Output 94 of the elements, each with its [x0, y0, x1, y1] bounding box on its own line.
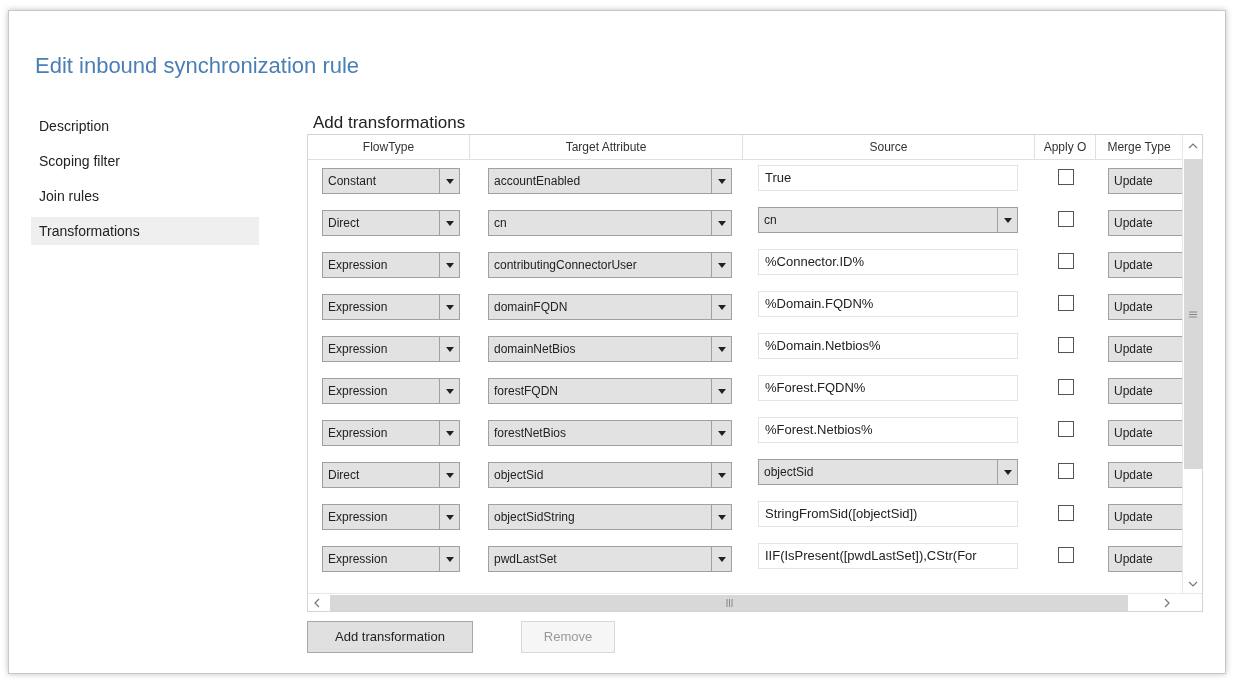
merge-type-dropdown[interactable]: Update	[1108, 378, 1182, 404]
scroll-left-icon[interactable]	[314, 597, 320, 608]
scroll-right-icon[interactable]	[1164, 597, 1170, 608]
dropdown[interactable]: pwdLastSet	[488, 546, 732, 572]
dropdown[interactable]: Expression	[322, 378, 460, 404]
merge-type-dropdown[interactable]: Update	[1108, 294, 1182, 320]
scroll-thumb[interactable]	[330, 594, 1128, 611]
dropdown[interactable]: domainFQDN	[488, 294, 732, 320]
merge-type-dropdown[interactable]: Update	[1108, 504, 1182, 530]
checkbox[interactable]	[1057, 337, 1074, 353]
sidebar-item[interactable]: Transformations	[31, 217, 259, 245]
scroll-down-icon[interactable]	[1187, 581, 1198, 587]
dropdown[interactable]: objectSid	[758, 459, 1018, 485]
dropdown[interactable]: Expression	[322, 336, 460, 362]
caret-icon	[445, 304, 454, 310]
checkbox[interactable]	[1057, 169, 1074, 185]
vertical-scrollbar[interactable]	[1182, 135, 1202, 593]
caret-icon	[1003, 469, 1012, 475]
dropdown[interactable]: Expression	[322, 420, 460, 446]
sidebar-item[interactable]: Description	[31, 112, 259, 140]
dropdown[interactable]: Direct	[322, 462, 460, 488]
caret-icon	[445, 472, 454, 478]
column-header: Target Attribute	[565, 139, 647, 156]
dropdown[interactable]: domainNetBios	[488, 336, 732, 362]
merge-type-dropdown[interactable]: Update	[1108, 462, 1182, 488]
caret-icon	[717, 178, 726, 184]
source-field[interactable]: IIF(IsPresent([pwdLastSet]),CStr(For	[758, 543, 1018, 569]
scroll-thumb[interactable]	[1183, 159, 1202, 469]
caret-icon	[1003, 217, 1012, 223]
dropdown[interactable]: cn	[758, 207, 1018, 233]
dropdown[interactable]: forestNetBios	[488, 420, 732, 446]
caret-icon	[717, 304, 726, 310]
column-header: Source	[869, 139, 908, 156]
dropdown[interactable]: objectSidString	[488, 504, 732, 530]
checkbox[interactable]	[1057, 379, 1074, 395]
caret-icon	[445, 262, 454, 268]
checkbox[interactable]	[1057, 463, 1074, 479]
source-field[interactable]: True	[758, 165, 1018, 191]
grip-icon	[725, 598, 733, 607]
caret-icon	[717, 430, 726, 436]
sidebar-item[interactable]: Join rules	[31, 182, 259, 210]
caret-icon	[717, 346, 726, 352]
checkbox[interactable]	[1057, 253, 1074, 269]
caret-icon	[445, 514, 454, 520]
checkbox[interactable]	[1057, 547, 1074, 563]
caret-icon	[445, 388, 454, 394]
checkbox[interactable]	[1057, 421, 1074, 437]
caret-icon	[717, 472, 726, 478]
merge-type-dropdown[interactable]: Update	[1108, 168, 1182, 194]
column-header: FlowType	[362, 139, 415, 156]
merge-type-dropdown[interactable]: Update	[1108, 336, 1182, 362]
caret-icon	[717, 262, 726, 268]
column-header: Apply O	[1043, 139, 1087, 156]
caret-icon	[717, 220, 726, 226]
caret-icon	[717, 388, 726, 394]
dropdown[interactable]: Expression	[322, 252, 460, 278]
dialog-title: Edit inbound synchronization rule	[35, 53, 360, 78]
dropdown[interactable]: cn	[488, 210, 732, 236]
section-title: Add transformations	[313, 113, 466, 132]
add-transformation-button[interactable]: Add transformation	[307, 621, 473, 653]
dropdown[interactable]: Expression	[322, 546, 460, 572]
source-field[interactable]: %Forest.Netbios%	[758, 417, 1018, 443]
source-field[interactable]: %Domain.FQDN%	[758, 291, 1018, 317]
merge-type-dropdown[interactable]: Update	[1108, 252, 1182, 278]
horizontal-scrollbar[interactable]	[308, 593, 1202, 611]
dropdown[interactable]: accountEnabled	[488, 168, 732, 194]
merge-type-dropdown[interactable]: Update	[1108, 546, 1182, 572]
dropdown[interactable]: Direct	[322, 210, 460, 236]
sidebar-item[interactable]: Scoping filter	[31, 147, 259, 175]
caret-icon	[717, 556, 726, 562]
dropdown[interactable]: contributingConnectorUser	[488, 252, 732, 278]
dropdown[interactable]: forestFQDN	[488, 378, 732, 404]
caret-icon	[445, 178, 454, 184]
dropdown[interactable]: Expression	[322, 504, 460, 530]
dropdown[interactable]: objectSid	[488, 462, 732, 488]
scroll-up-icon[interactable]	[1187, 143, 1198, 149]
checkbox[interactable]	[1057, 295, 1074, 311]
caret-icon	[445, 346, 454, 352]
dropdown[interactable]: Constant	[322, 168, 460, 194]
source-field[interactable]: %Forest.FQDN%	[758, 375, 1018, 401]
caret-icon	[445, 220, 454, 226]
merge-type-dropdown[interactable]: Update	[1108, 210, 1182, 236]
caret-icon	[445, 556, 454, 562]
source-field[interactable]: StringFromSid([objectSid])	[758, 501, 1018, 527]
source-field[interactable]: %Connector.ID%	[758, 249, 1018, 275]
checkbox[interactable]	[1057, 505, 1074, 521]
merge-type-dropdown[interactable]: Update	[1108, 420, 1182, 446]
grip-icon	[1188, 310, 1197, 318]
caret-icon	[717, 514, 726, 520]
caret-icon	[445, 430, 454, 436]
dropdown[interactable]: Expression	[322, 294, 460, 320]
column-header: Merge Type	[1107, 139, 1171, 156]
checkbox[interactable]	[1057, 211, 1074, 227]
source-field[interactable]: %Domain.Netbios%	[758, 333, 1018, 359]
